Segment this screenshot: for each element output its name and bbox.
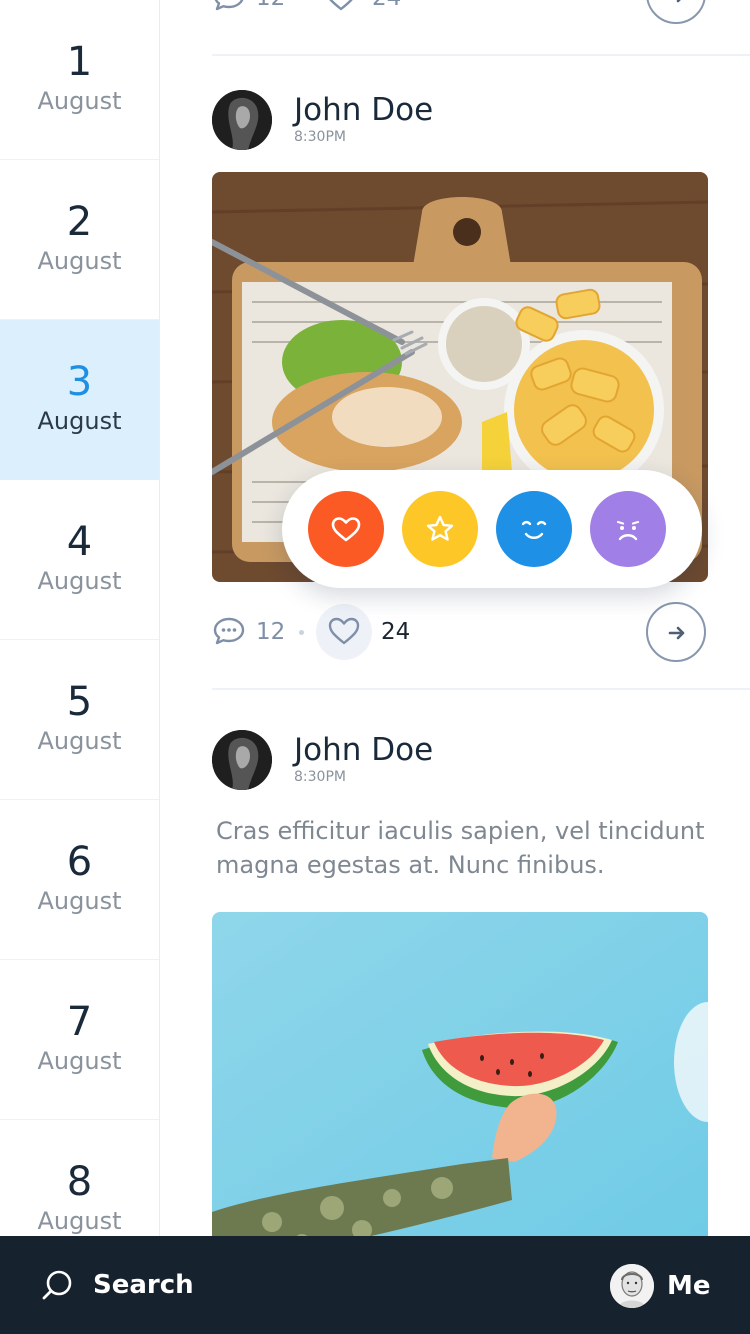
- post-meta: 12 24: [212, 604, 706, 660]
- date-day: 7: [66, 999, 93, 1045]
- comment-count: 12: [256, 619, 286, 645]
- date-day: 5: [66, 679, 93, 725]
- date-month: August: [37, 887, 122, 915]
- heart-icon[interactable]: [324, 0, 358, 12]
- date-month: August: [37, 567, 122, 595]
- feed: 12 24 John Doe 8:30PM: [160, 0, 750, 1236]
- reaction-picker: [282, 470, 702, 588]
- date-month: August: [37, 727, 122, 755]
- post-time: 8:30PM: [294, 129, 346, 145]
- post-time: 8:30PM: [294, 769, 346, 785]
- prev-post-meta: 12 24: [212, 0, 706, 18]
- date-sidebar: 1 August 2 August 3 August 4 August 5 Au…: [0, 0, 160, 1334]
- heart-icon: [331, 517, 361, 542]
- date-month: August: [37, 1207, 122, 1235]
- post-divider: [212, 54, 750, 56]
- bottom-tab-bar: Search Me: [0, 1236, 750, 1334]
- date-item-2[interactable]: 2 August: [0, 160, 159, 320]
- date-month: August: [37, 407, 122, 435]
- comment-icon[interactable]: [212, 616, 246, 646]
- date-day: 1: [66, 39, 93, 85]
- date-item-7[interactable]: 7 August: [0, 960, 159, 1120]
- post-header: John Doe 8:30PM: [212, 90, 692, 152]
- reaction-sad-button[interactable]: [590, 491, 666, 567]
- date-item-6[interactable]: 6 August: [0, 800, 159, 960]
- post-image-watermelon[interactable]: [212, 912, 708, 1236]
- date-day: 6: [66, 839, 93, 885]
- comment-icon[interactable]: [212, 0, 246, 12]
- profile-button[interactable]: Me: [610, 1264, 711, 1308]
- reaction-star-button[interactable]: [402, 491, 478, 567]
- happy-face-icon: [521, 520, 547, 539]
- like-count: 24: [372, 0, 401, 18]
- date-item-3-selected[interactable]: 3 August: [0, 320, 159, 480]
- star-icon: [426, 515, 454, 541]
- post-header: John Doe 8:30PM: [212, 730, 692, 792]
- next-arrow-button[interactable]: [646, 0, 706, 24]
- post-divider: [212, 688, 750, 690]
- search-label: Search: [93, 1270, 194, 1300]
- date-item-1[interactable]: 1 August: [0, 0, 159, 160]
- date-day: 8: [66, 1159, 93, 1205]
- author-name[interactable]: John Doe: [294, 90, 433, 130]
- date-month: August: [37, 247, 122, 275]
- date-day: 4: [66, 519, 93, 565]
- author-avatar[interactable]: [212, 730, 272, 790]
- next-arrow-button[interactable]: [646, 602, 706, 662]
- search-icon: [42, 1270, 72, 1300]
- separator-dot: [299, 630, 304, 635]
- date-month: August: [37, 1047, 122, 1075]
- comment-count: 12: [256, 0, 285, 18]
- heart-icon: [327, 616, 361, 646]
- reaction-happy-button[interactable]: [496, 491, 572, 567]
- user-avatar: [610, 1264, 654, 1308]
- arrow-right-icon: [668, 626, 685, 640]
- sad-face-icon: [616, 520, 640, 541]
- author-avatar[interactable]: [212, 90, 272, 150]
- like-count: 24: [381, 619, 411, 645]
- profile-label: Me: [667, 1271, 711, 1301]
- date-day: 3: [66, 359, 93, 405]
- date-item-4[interactable]: 4 August: [0, 480, 159, 640]
- date-day: 2: [66, 199, 93, 245]
- date-month: August: [37, 87, 122, 115]
- search-button[interactable]: Search: [40, 1258, 240, 1312]
- arrow-right-icon: [676, 0, 681, 3]
- reaction-love-button[interactable]: [308, 491, 384, 567]
- author-name[interactable]: John Doe: [294, 730, 433, 770]
- date-item-5[interactable]: 5 August: [0, 640, 159, 800]
- post-text: Cras efficitur iaculis sapien, vel tinci…: [216, 817, 705, 879]
